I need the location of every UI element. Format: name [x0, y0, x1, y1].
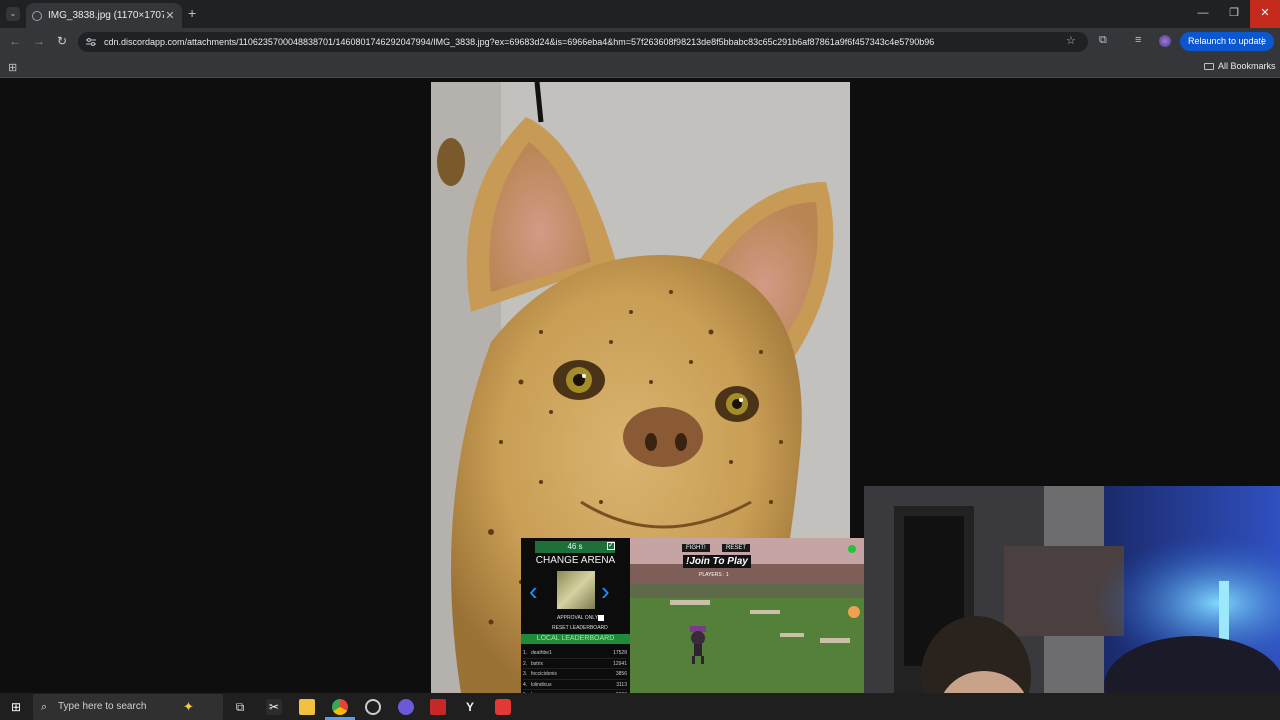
restore-button[interactable]: ❐ [1219, 0, 1249, 28]
leaderboard-row: 2. bstrix 12941 [523, 659, 627, 669]
leaderboard-name: foccicidonis [531, 671, 557, 677]
join-to-play-label: !Join To Play [683, 555, 751, 568]
reload-icon[interactable]: ↻ [57, 34, 67, 48]
timer-bar: 46 s [535, 541, 615, 553]
fight-button[interactable]: FIGHT! [682, 544, 710, 552]
tab-image[interactable]: IMG_3838.jpg (1170×1707) ✕ [26, 3, 182, 28]
approval-checkbox[interactable] [598, 615, 604, 621]
leaderboard-name: deathbe1 [531, 650, 552, 656]
folder-icon [1204, 63, 1214, 70]
arena-thumbnail[interactable] [557, 571, 595, 609]
app-icon-4[interactable]: Y [462, 699, 478, 715]
arena-prev-arrow[interactable]: ‹ [529, 576, 538, 607]
close-window-button[interactable]: ✕ [1250, 0, 1280, 28]
leaderboard-score: 3856 [615, 671, 627, 677]
search-placeholder: Type here to search [58, 701, 147, 712]
search-icon: ⌕ [41, 701, 48, 713]
taskbar-search[interactable]: ⌕ Type here to search ✦ [33, 694, 223, 720]
task-view-icon[interactable]: ⧉ [232, 699, 248, 715]
arena-next-arrow[interactable]: › [601, 576, 610, 607]
relaunch-button[interactable]: Relaunch to update ⋮ [1180, 32, 1274, 51]
app-icon-2[interactable] [365, 699, 381, 715]
players-count: PLAYERS : 1 [699, 572, 729, 578]
discord-icon[interactable] [398, 699, 414, 715]
new-tab-button[interactable]: + [188, 5, 196, 21]
timer-checkbox[interactable]: ✓ [607, 542, 615, 550]
leaderboard-row: 4. lolindicus 3113 [523, 680, 627, 690]
menu-dots-icon[interactable]: ⋮ [1258, 32, 1267, 51]
webcam-feed [864, 486, 1280, 720]
profile-avatar[interactable] [1159, 35, 1171, 47]
apps-grid-icon[interactable]: ⊞ [8, 61, 17, 74]
tab-title: IMG_3838.jpg (1170×1707) [48, 10, 164, 21]
sparkle-icon: ✦ [183, 699, 194, 714]
leaderboard-name: bstrix [531, 660, 543, 667]
timer-text: 46 s [567, 542, 583, 551]
globe-icon [32, 10, 42, 21]
forward-icon[interactable]: → [33, 34, 45, 48]
app-icon-5[interactable] [495, 699, 511, 715]
leaderboard-row: 3. foccicidonis 3856 [523, 669, 627, 680]
extensions-icon[interactable]: ⧉ [1099, 34, 1107, 47]
bookmarks-bar [0, 56, 1280, 78]
back-icon[interactable]: ← [9, 34, 21, 48]
address-bar[interactable]: cdn.discordapp.com/attachments/110623570… [78, 32, 1088, 52]
leaderboard-name: lolindicus [531, 681, 552, 688]
tab-search-button[interactable]: ⌄ [6, 7, 20, 21]
reset-leaderboard-button[interactable]: RESET LEADERBOARD [552, 625, 608, 631]
leaderboard-score: 12941 [613, 660, 627, 667]
close-tab-icon[interactable]: ✕ [164, 9, 176, 22]
leaderboard-row: 1. deathbe1 17528 [523, 648, 627, 659]
chrome-icon[interactable] [332, 699, 348, 715]
approval-label: APPROVAL ONLY [557, 615, 599, 621]
reset-button[interactable]: RESET [722, 544, 751, 552]
all-bookmarks-button[interactable]: All Bookmarks [1204, 61, 1276, 71]
reading-list-icon[interactable]: ≡ [1135, 34, 1141, 46]
minimize-button[interactable]: — [1188, 0, 1218, 28]
relaunch-label: Relaunch to update [1188, 36, 1267, 46]
windows-start-icon[interactable]: ⊞ [8, 699, 24, 715]
file-explorer-icon[interactable] [299, 699, 315, 715]
leaderboard-score: 17528 [613, 650, 627, 656]
app-icon-1[interactable]: ✂ [266, 699, 282, 715]
app-icon-3[interactable] [430, 699, 446, 715]
site-info-icon[interactable] [86, 37, 96, 47]
change-arena-title: CHANGE ARENA [535, 555, 616, 566]
all-bookmarks-label: All Bookmarks [1218, 61, 1276, 71]
leaderboard-title: LOCAL LEADERBOARD [521, 634, 630, 644]
bookmark-star-icon[interactable]: ☆ [1066, 34, 1076, 47]
leaderboard-score: 3113 [616, 681, 627, 688]
